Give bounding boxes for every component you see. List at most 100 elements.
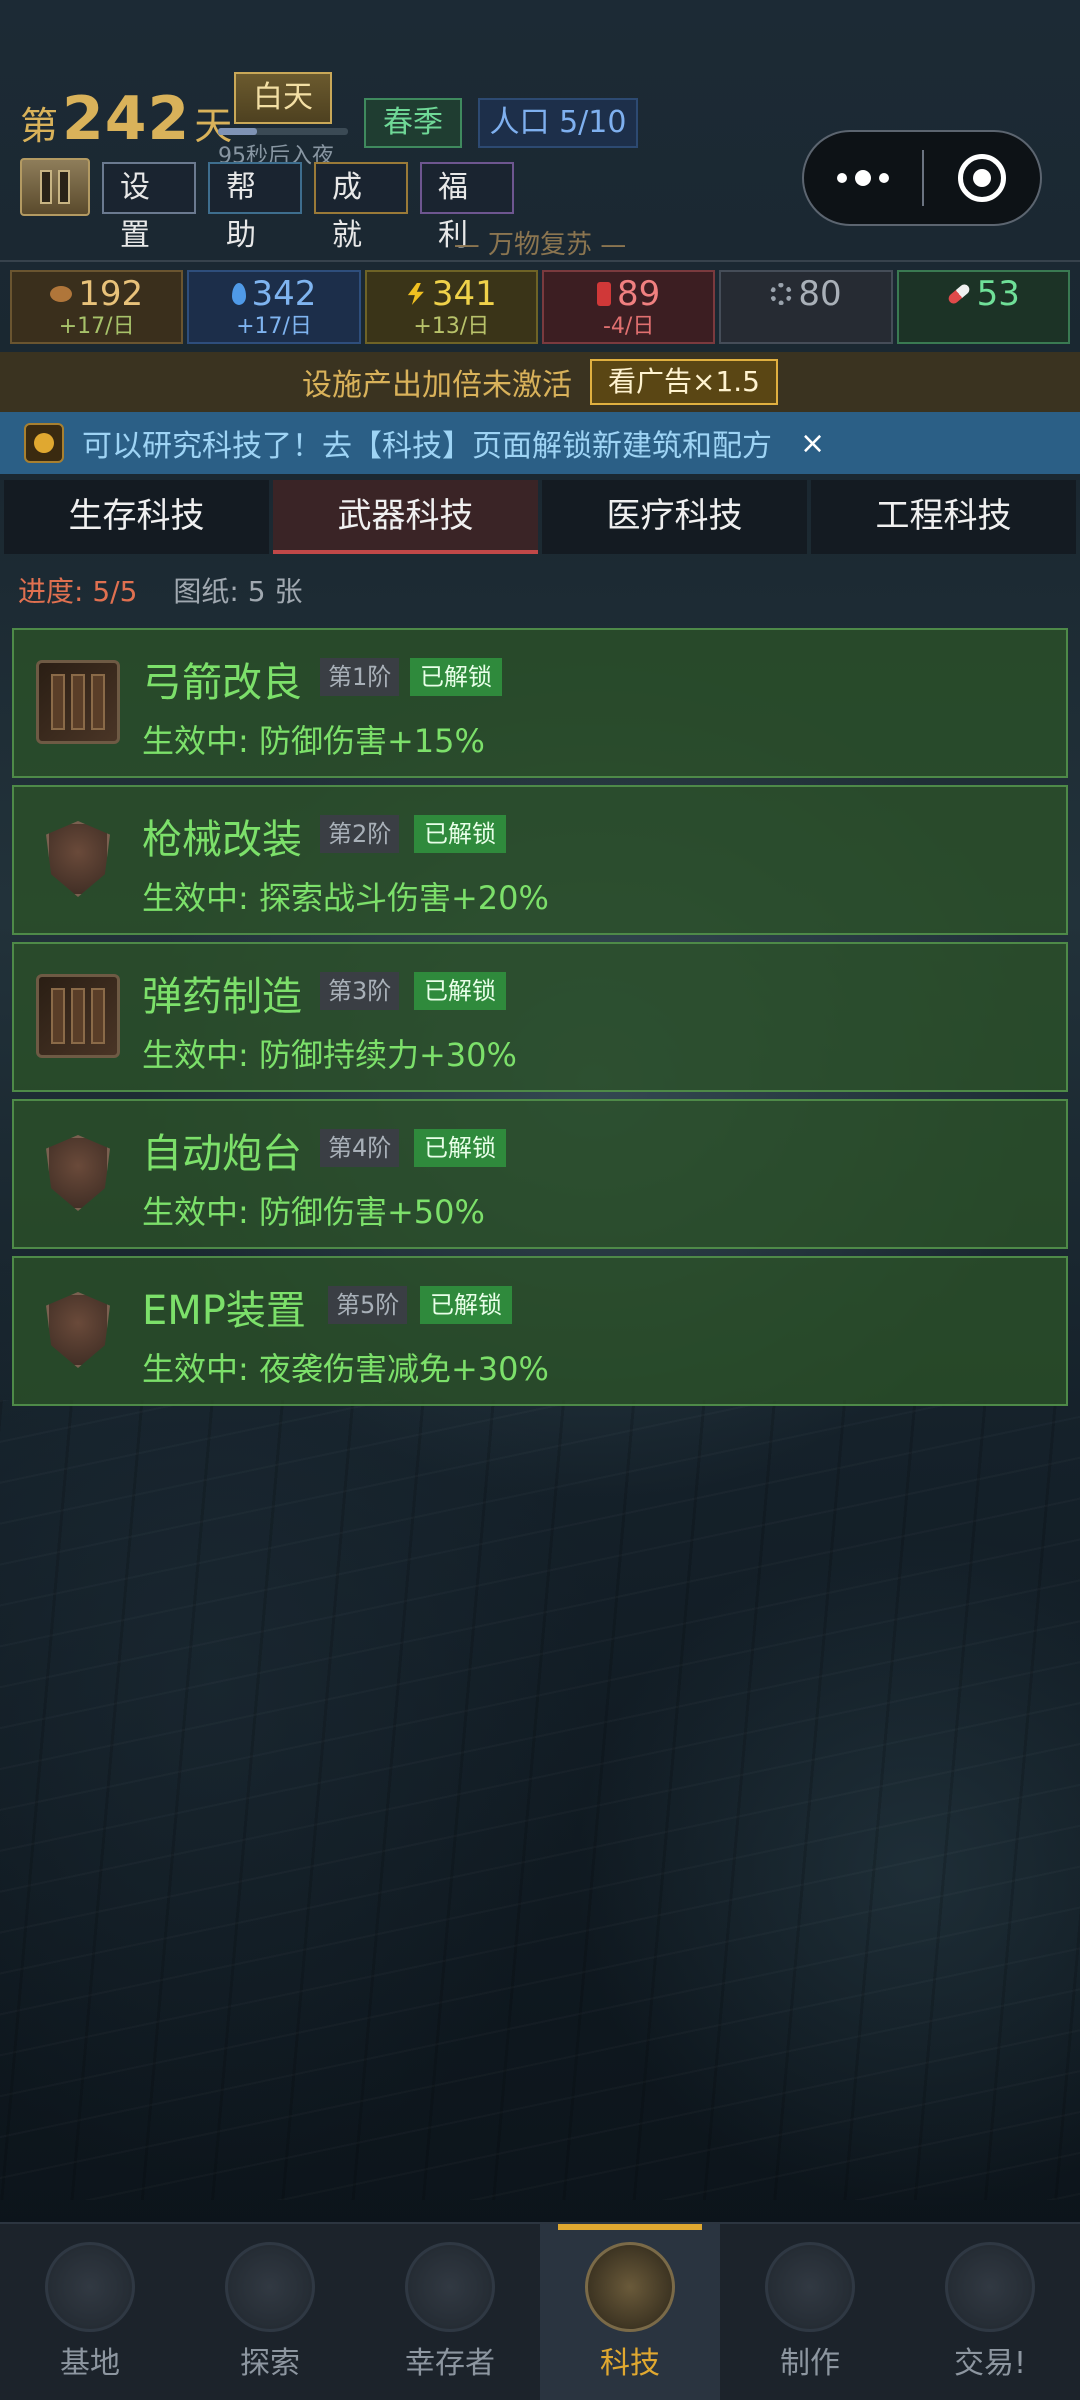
dot-icon [879,173,889,183]
compass-icon [225,2242,315,2332]
shield-icon [36,1288,120,1372]
gear-icon [770,283,793,305]
nav-label: 制作 [780,2346,840,2381]
boost-status-text: 设施产出加倍未激活 [302,368,572,403]
welfare-button[interactable]: 福利 [420,162,514,253]
survivors-icon [405,2242,495,2332]
tech-card[interactable]: 弹药制造 第3阶 已解锁 生效中: 防御持续力+30% [12,942,1068,1092]
nav-label: 幸存者 [405,2346,495,2381]
tech-tier: 第3阶 [320,972,400,1010]
day-counter: 第 242 天 [20,84,232,154]
tech-tier: 第4阶 [320,1129,400,1167]
tech-card[interactable]: 枪械改装 第2阶 已解锁 生效中: 探索战斗伤害+20% [12,785,1068,935]
shield-icon [36,1131,120,1215]
research-progress: 进度: 5/5 图纸: 5 张 [18,570,302,610]
tech-gear-icon [585,2242,675,2332]
fuel-canister-icon [597,282,612,306]
unlocked-badge: 已解锁 [414,972,506,1010]
miniprogram-capsule [802,130,1042,226]
bottom-navigation: 基地 探索 幸存者 科技 制作 交易! [0,2222,1080,2400]
tech-effect: 生效中: 防御伤害+50% [142,1193,485,1231]
tech-tier: 第5阶 [328,1286,408,1324]
unlocked-badge: 已解锁 [420,1286,512,1324]
tech-name: 自动炮台 [142,1131,302,1177]
tech-card[interactable]: 弓箭改良 第1阶 已解锁 生效中: 防御伤害+15% [12,628,1068,778]
tech-tabs: 生存科技 武器科技 医疗科技 工程科技 [0,480,1080,554]
resource-value: 80 [798,274,842,314]
tech-effect: 生效中: 探索战斗伤害+20% [142,879,549,917]
more-options-button[interactable] [804,132,922,224]
boost-banner: 设施产出加倍未激活 看广告×1.5 [0,352,1080,412]
resource-fuel: 89 -4/日 [541,270,716,344]
tech-effect: 生效中: 夜袭伤害减免+30% [142,1350,549,1388]
resource-energy: 341 +13/日 [364,270,538,344]
tech-tier: 第2阶 [320,815,400,853]
unlocked-badge: 已解锁 [414,815,506,853]
base-icon [45,2242,135,2332]
research-notice: 可以研究科技了！去【科技】页面解锁新建筑和配方 × [0,412,1080,474]
resource-food: 192 +17/日 [10,270,184,344]
dot-icon [855,170,871,186]
pause-button[interactable] [20,158,90,216]
dot-icon [837,173,847,183]
nav-crafting[interactable]: 制作 [720,2224,900,2400]
tech-name: 弹药制造 [142,974,302,1020]
close-notice-button[interactable]: × [800,426,825,461]
lightning-icon [407,283,424,305]
season-badge: 春季 [364,98,462,148]
nav-label: 基地 [60,2346,120,2381]
daytime-badge: 白天 [234,72,332,124]
header-divider [0,260,1080,262]
nav-explore[interactable]: 探索 [180,2224,360,2400]
population-badge: 人口 5/10 [478,98,638,148]
achievements-button[interactable]: 成就 [314,162,408,253]
tab-survival-tech[interactable]: 生存科技 [4,480,269,554]
unlocked-badge: 已解锁 [414,1129,506,1167]
tech-name: 弓箭改良 [142,660,302,706]
season-motto: — 万物复苏 — [453,230,627,260]
tab-engineering-tech[interactable]: 工程科技 [811,480,1076,554]
pill-icon [946,282,972,306]
watch-ad-button[interactable]: 看广告×1.5 [590,359,778,405]
nav-trade[interactable]: 交易! [900,2224,1080,2400]
close-miniprogram-button[interactable] [924,132,1040,224]
progress-text: 进度: 5/5 [18,575,138,608]
nav-survivors[interactable]: 幸存者 [360,2224,540,2400]
settings-button[interactable]: 设置 [102,162,196,253]
notice-text: 可以研究科技了！去【科技】页面解锁新建筑和配方 [82,429,772,464]
water-drop-icon [231,283,246,305]
nav-tech[interactable]: 科技 [540,2224,720,2400]
nav-base[interactable]: 基地 [0,2224,180,2400]
target-close-icon [958,154,1006,202]
nav-label: 探索 [240,2346,300,2381]
tech-name: EMP装置 [142,1288,306,1334]
resource-rate: +17/日 [58,314,135,339]
resource-medicine: 53 [896,270,1070,344]
trade-icon [945,2242,1035,2332]
tech-card[interactable]: EMP装置 第5阶 已解锁 生效中: 夜袭伤害减免+30% [12,1256,1068,1406]
weapon-rack-icon [36,660,120,744]
research-badge-icon [24,423,64,463]
help-button[interactable]: 帮助 [208,162,302,253]
tech-effect: 生效中: 防御持续力+30% [142,1036,517,1074]
tech-name: 枪械改装 [142,817,302,863]
tech-tier: 第1阶 [320,658,400,696]
resource-rate: -4/日 [602,314,655,339]
pause-icon-bar [58,170,70,204]
resource-bar: 192 +17/日 342 +17/日 341 +13/日 89 -4/日 80… [10,270,1070,344]
nav-label: 科技 [600,2346,660,2381]
resource-rate: +13/日 [413,314,490,339]
tech-card[interactable]: 自动炮台 第4阶 已解锁 生效中: 防御伤害+50% [12,1099,1068,1249]
weapon-rack-icon [36,974,120,1058]
background-scene [0,1400,1080,2200]
nav-label: 交易! [953,2346,1027,2381]
tab-medical-tech[interactable]: 医疗科技 [542,480,807,554]
pause-icon [40,170,52,204]
resource-value: 53 [976,274,1020,314]
tab-weapon-tech[interactable]: 武器科技 [273,480,538,554]
top-header: 第 242 天 白天 95秒后入夜 春季 人口 5/10 设置 帮助 成就 福利… [0,0,1080,262]
food-icon [50,286,73,302]
blueprint-count: 图纸: 5 张 [173,575,303,608]
tech-effect: 生效中: 防御伤害+15% [142,722,485,760]
resource-parts: 80 [719,270,893,344]
